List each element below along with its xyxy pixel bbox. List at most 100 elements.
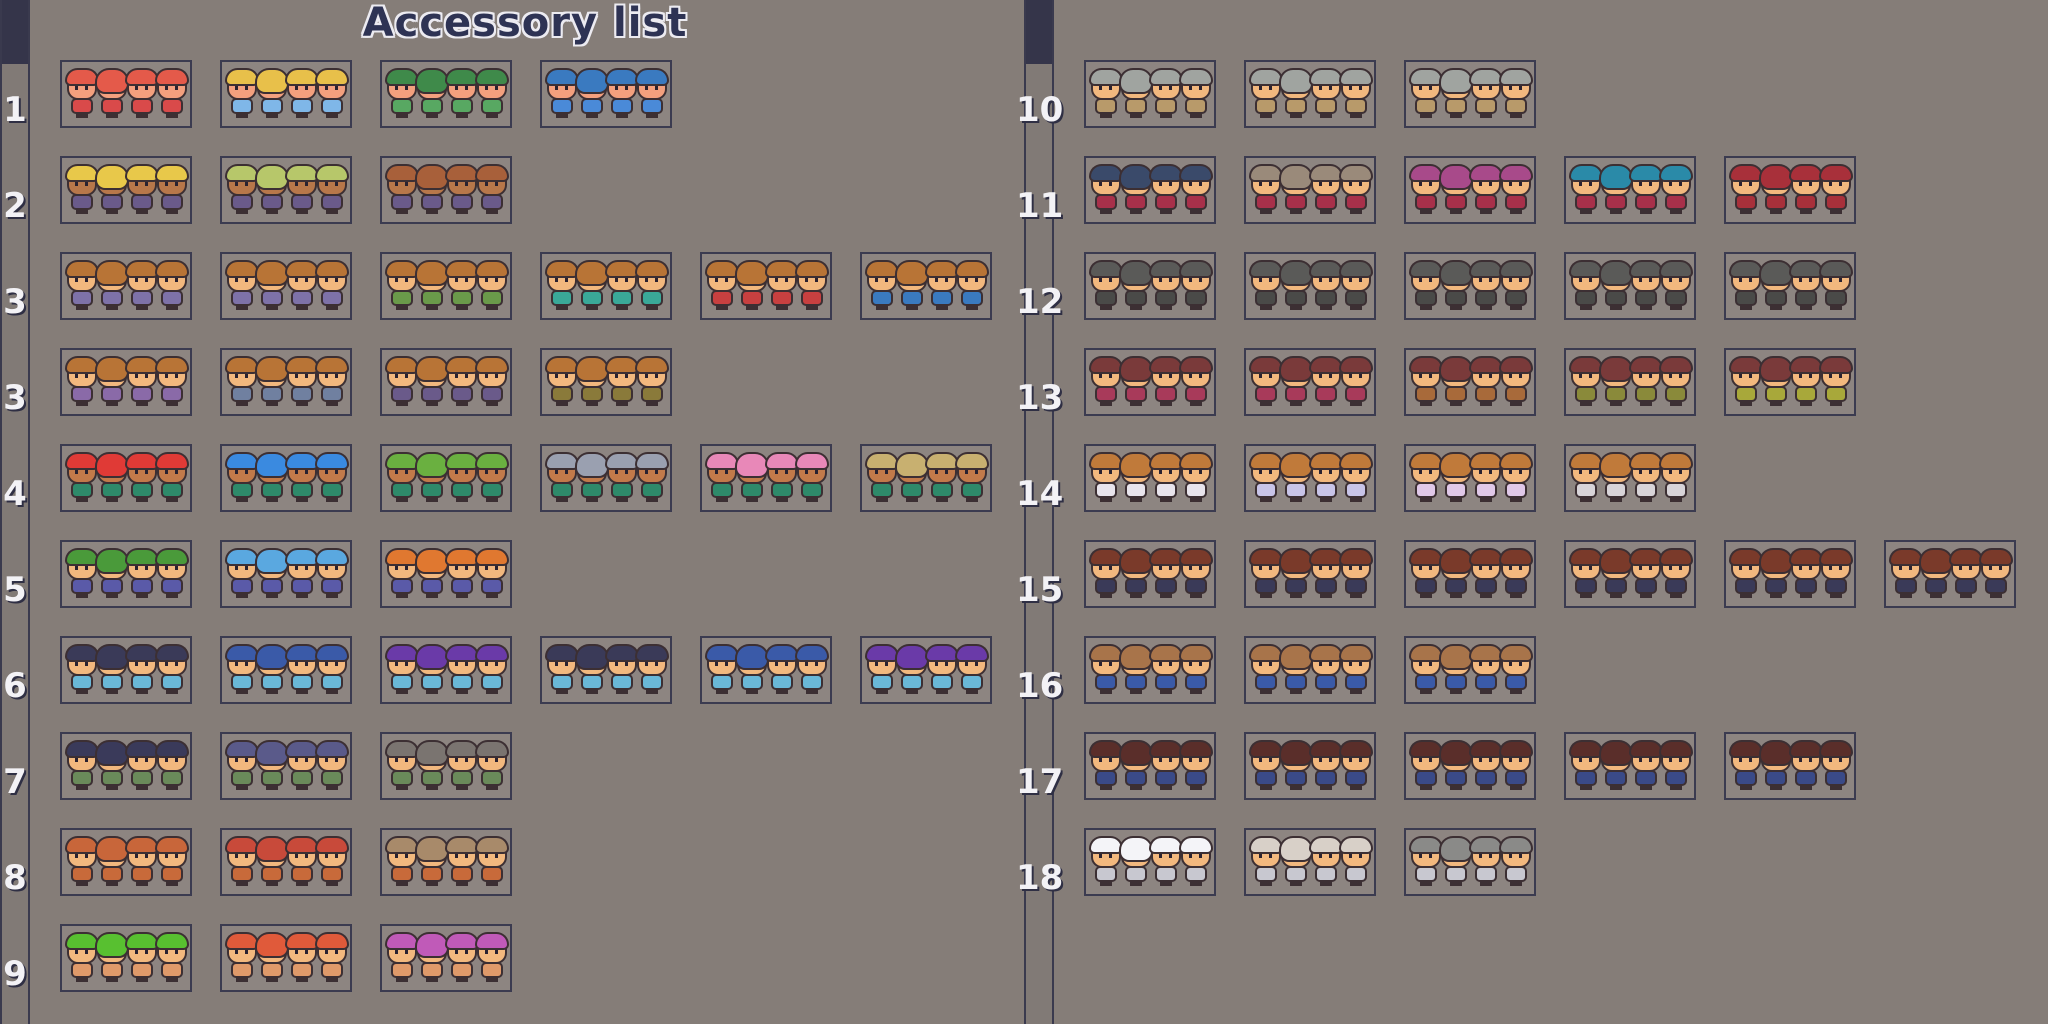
accessory-sprite-frame[interactable] [1724, 252, 1856, 320]
sprite-body [713, 484, 731, 496]
accessory-sprite-frame[interactable] [220, 540, 352, 608]
accessory-sprite-frame[interactable] [1564, 540, 1696, 608]
sprite-accessory [1761, 166, 1791, 188]
accessory-sprite-frame[interactable] [220, 252, 352, 320]
accessory-sprite-frame[interactable] [1404, 636, 1536, 704]
accessory-sprite-frame[interactable] [700, 636, 832, 704]
sprite-legs [76, 784, 88, 790]
accessory-sprite-frame[interactable] [540, 348, 672, 416]
accessory-sprite-frame[interactable] [60, 732, 192, 800]
character-sprite [1411, 70, 1441, 120]
accessory-sprite-frame[interactable] [60, 444, 192, 512]
accessory-sprite-frame[interactable] [1404, 540, 1536, 608]
accessory-sprite-frame[interactable] [860, 444, 992, 512]
accessory-sprite-frame[interactable] [220, 156, 352, 224]
accessory-sprite-frame[interactable] [1084, 540, 1216, 608]
accessory-sprite-frame[interactable] [1404, 156, 1536, 224]
accessory-sprite-frame[interactable] [1084, 636, 1216, 704]
accessory-sprite-frame[interactable] [1404, 252, 1536, 320]
accessory-sprite-frame[interactable] [1084, 732, 1216, 800]
accessory-sprite-frame[interactable] [1244, 444, 1376, 512]
sprite-eyes [1579, 566, 1582, 570]
accessory-sprite-frame[interactable] [860, 636, 992, 704]
sprite-eyes [485, 86, 488, 90]
accessory-sprite-frame[interactable] [1404, 828, 1536, 896]
accessory-sprite-frame[interactable] [380, 540, 512, 608]
accessory-sprite-frame[interactable] [1244, 348, 1376, 416]
accessory-sprite-frame[interactable] [380, 444, 512, 512]
sprite-legs [326, 112, 338, 118]
accessory-sprite-frame[interactable] [1724, 348, 1856, 416]
sprite-body [393, 772, 411, 784]
character-sprite [1151, 550, 1181, 600]
sprite-accessory [387, 454, 417, 468]
accessory-sprite-frame[interactable] [60, 348, 192, 416]
accessory-sprite-frame[interactable] [540, 636, 672, 704]
accessory-sprite-frame[interactable] [220, 828, 352, 896]
accessory-sprite-frame[interactable] [1564, 444, 1696, 512]
accessory-sprite-frame[interactable] [1564, 348, 1696, 416]
accessory-sprite-frame[interactable] [60, 252, 192, 320]
accessory-sprite-frame[interactable] [1084, 828, 1216, 896]
accessory-sprite-frame[interactable] [1244, 828, 1376, 896]
accessory-sprite-frame[interactable] [1244, 252, 1376, 320]
character-sprite [257, 262, 287, 312]
sprite-eyes [75, 950, 78, 954]
accessory-sprite-frame[interactable] [380, 252, 512, 320]
accessory-sprite-frame[interactable] [60, 60, 192, 128]
accessory-sprite-frame[interactable] [380, 732, 512, 800]
accessory-sprite-frame[interactable] [1244, 540, 1376, 608]
accessory-sprite-frame[interactable] [1724, 540, 1856, 608]
accessory-sprite-frame[interactable] [860, 252, 992, 320]
accessory-sprite-frame[interactable] [380, 156, 512, 224]
accessory-sprite-frame[interactable] [1084, 252, 1216, 320]
accessory-sprite-frame[interactable] [60, 540, 192, 608]
accessory-sprite-frame[interactable] [540, 252, 672, 320]
accessory-sprite-frame[interactable] [700, 252, 832, 320]
accessory-sprite-frame[interactable] [220, 636, 352, 704]
accessory-sprite-frame[interactable] [220, 60, 352, 128]
accessory-sprite-frame[interactable] [1084, 156, 1216, 224]
accessory-sprite-frame[interactable] [1724, 732, 1856, 800]
sprite-body [1127, 196, 1145, 208]
accessory-sprite-frame[interactable] [380, 924, 512, 992]
sprite-body [483, 868, 501, 880]
accessory-sprite-frame[interactable] [540, 444, 672, 512]
accessory-sprite-frame[interactable] [1244, 60, 1376, 128]
accessory-sprite-frame[interactable] [220, 348, 352, 416]
accessory-sprite-frame[interactable] [700, 444, 832, 512]
accessory-sprite-frame[interactable] [1404, 444, 1536, 512]
accessory-sprite-frame[interactable] [60, 156, 192, 224]
accessory-sprite-frame[interactable] [1084, 60, 1216, 128]
accessory-sprite-frame[interactable] [380, 60, 512, 128]
sprite-accessory [1471, 262, 1501, 276]
accessory-sprite-frame[interactable] [220, 732, 352, 800]
accessory-sprite-frame[interactable] [1884, 540, 2016, 608]
accessory-sprite-frame[interactable] [60, 636, 192, 704]
accessory-sprite-frame[interactable] [220, 444, 352, 512]
accessory-sprite-frame[interactable] [1244, 156, 1376, 224]
accessory-sprite-frame[interactable] [1244, 732, 1376, 800]
accessory-sprite-frame[interactable] [380, 636, 512, 704]
accessory-sprite-frame[interactable] [380, 348, 512, 416]
accessory-sprite-frame[interactable] [1564, 156, 1696, 224]
accessory-sprite-frame[interactable] [60, 828, 192, 896]
accessory-sprite-frame[interactable] [1564, 732, 1696, 800]
character-sprite [1441, 742, 1471, 792]
accessory-sprite-frame[interactable] [1404, 60, 1536, 128]
sprite-body [1607, 292, 1625, 304]
accessory-sprite-frame[interactable] [1244, 636, 1376, 704]
accessory-sprite-frame[interactable] [220, 924, 352, 992]
accessory-sprite-frame[interactable] [1564, 252, 1696, 320]
accessory-sprite-frame[interactable] [380, 828, 512, 896]
accessory-sprite-frame[interactable] [1084, 348, 1216, 416]
accessory-sprite-frame[interactable] [60, 924, 192, 992]
sprite-legs [1260, 304, 1272, 310]
accessory-sprite-frame[interactable] [1084, 444, 1216, 512]
accessory-sprite-frame[interactable] [1404, 732, 1536, 800]
sprite-accessory [1411, 262, 1441, 276]
sprite-body [1127, 292, 1145, 304]
accessory-sprite-frame[interactable] [1724, 156, 1856, 224]
accessory-sprite-frame[interactable] [1404, 348, 1536, 416]
accessory-sprite-frame[interactable] [540, 60, 672, 128]
